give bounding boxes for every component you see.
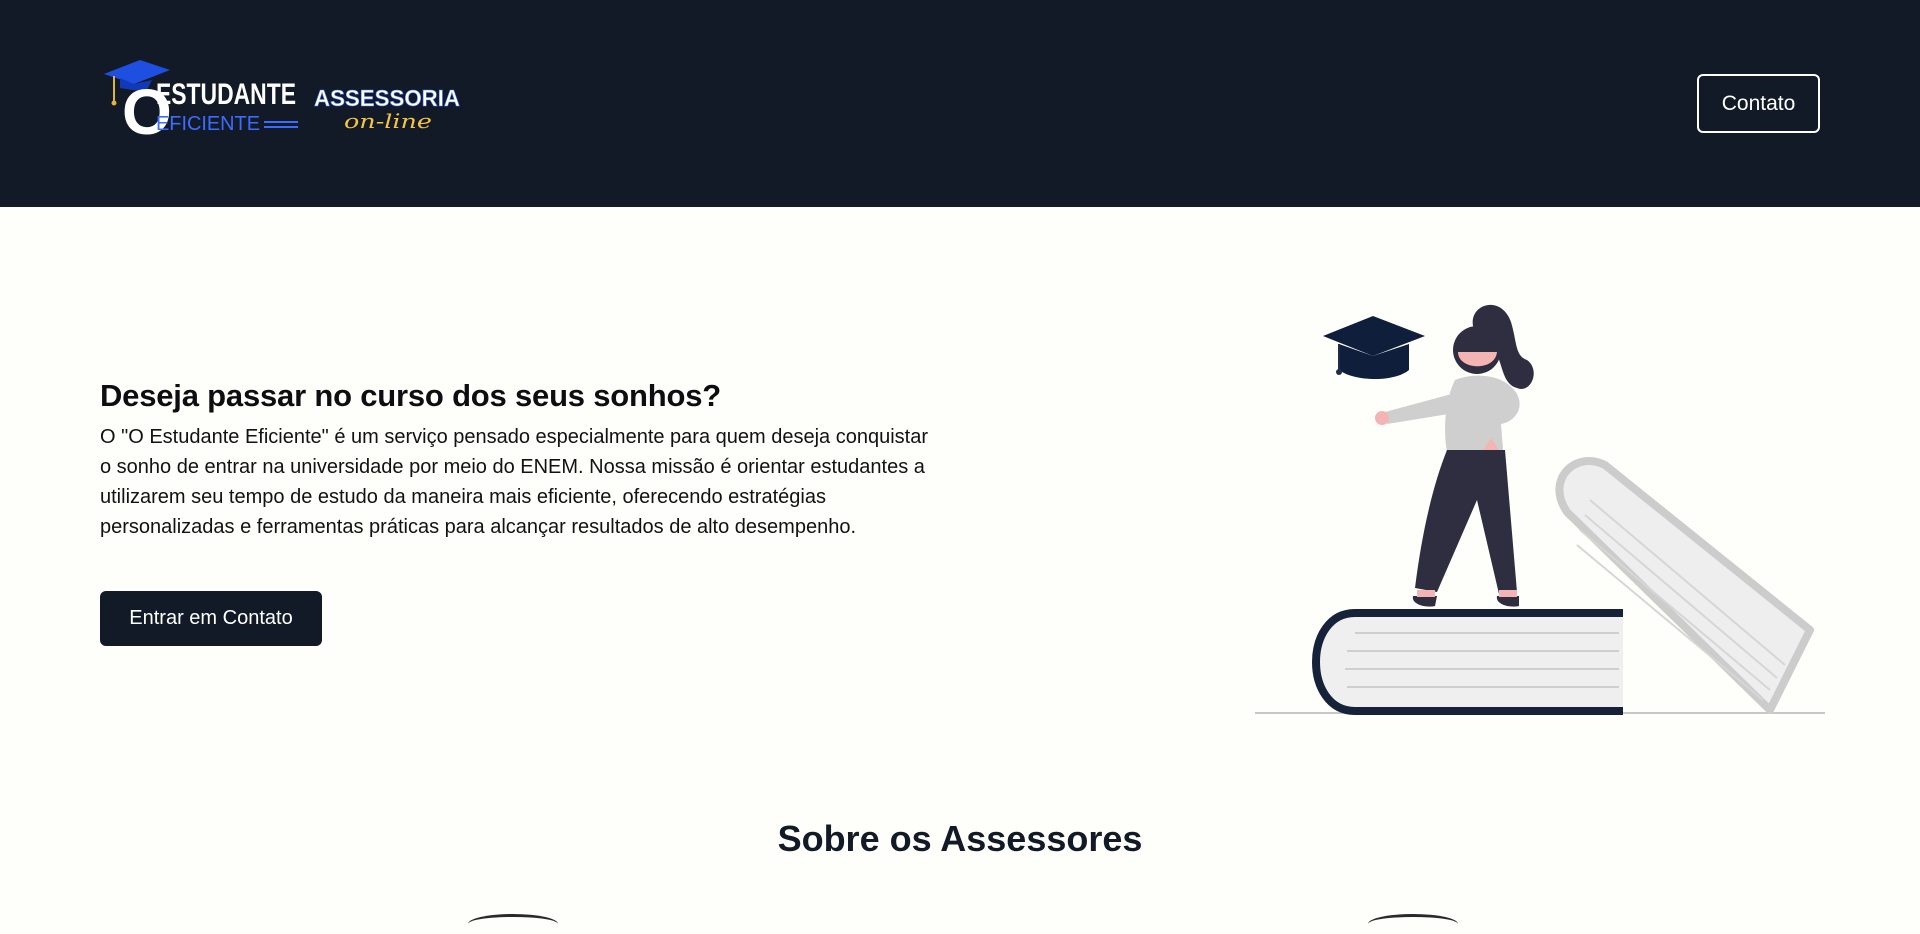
enter-contact-button[interactable]: Entrar em Contato xyxy=(100,591,322,646)
hero-title: Deseja passar no curso dos seus sonhos? xyxy=(100,378,722,413)
student-on-books-illustration xyxy=(1255,304,1825,715)
logo-text-eficiente: EFICIENTE xyxy=(156,113,260,135)
stacked-book-icon xyxy=(1312,609,1623,715)
advisor-photo-edge xyxy=(1368,914,1458,934)
logo-text-assessoria: ASSESSORIA xyxy=(314,85,460,111)
logo-text-online: on-line xyxy=(344,109,432,133)
site-header: O ESTUDANTE EFICIENTE ASSESSORIA on-line… xyxy=(0,0,1920,207)
hero-description: O "O Estudante Eficiente" é um serviço p… xyxy=(100,426,928,538)
advisor-photo-edge xyxy=(468,914,558,934)
about-title: Sobre os Assessores xyxy=(777,818,1143,859)
floating-graduation-cap-icon xyxy=(1323,316,1425,379)
header-contact-button[interactable]: Contato xyxy=(1697,74,1820,133)
brand-logo[interactable]: O ESTUDANTE EFICIENTE ASSESSORIA on-line xyxy=(100,56,470,140)
logo-text-estudante: ESTUDANTE xyxy=(156,78,296,111)
